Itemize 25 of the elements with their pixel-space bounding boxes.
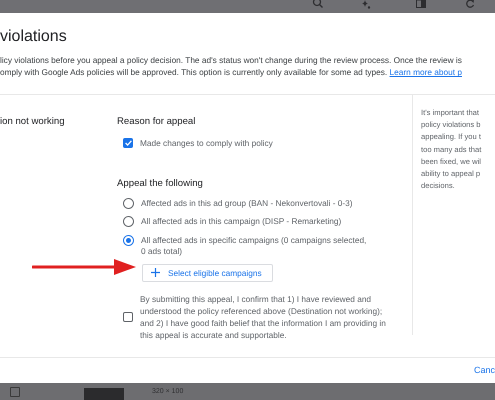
thumbnail <box>84 388 124 400</box>
checkbox[interactable] <box>123 312 133 322</box>
select-campaigns-button[interactable]: Select eligible campaigns <box>142 264 273 282</box>
section-heading: Appeal the following <box>117 178 203 190</box>
arrow-icon <box>32 259 136 275</box>
radio-button[interactable] <box>123 198 134 208</box>
radio-label: All affected ads in this campaign (DISP - Remarketing) <box>141 216 342 228</box>
section-heading: Reason for appeal <box>117 116 196 128</box>
radio-label: Affected ads in this ad group (BAN - Nekonvertovali - 0-3) <box>141 198 353 209</box>
refresh-icon[interactable] <box>465 0 475 8</box>
radio-label: All affected ads in specific campaigns (0 campaigns selected, 0 ads total) <box>141 234 368 258</box>
dialog-title: violations <box>0 27 68 46</box>
consent-text: By submitting this appeal, I confirm that 1) I have reviewed and understood the policy referenced above (Destination not working); and 2) I have good faith belief that the information I am providing in this appeal is accurate and supportable. <box>140 292 387 342</box>
panel-icon[interactable] <box>416 0 426 8</box>
learn-more-link[interactable]: Learn more about p <box>390 67 462 78</box>
plus-icon <box>151 268 160 277</box>
radio-button[interactable] <box>123 216 134 227</box>
radio-button[interactable] <box>123 234 134 246</box>
search-icon[interactable] <box>312 0 324 8</box>
sparkle-icon[interactable] <box>361 0 371 9</box>
cancel-button[interactable]: Canc <box>472 364 495 374</box>
checkbox[interactable] <box>123 138 133 148</box>
policy-name: ion not working <box>0 116 65 127</box>
description-text: licy violations before you appeal a policy decision. The ad's status won't change during the review process. Once the review is omply with Google Ads policies will be approved. This option is currently only available for some ad types. Learn more about p <box>0 54 463 80</box>
checkbox-label: Made changes to comply with policy <box>140 138 273 150</box>
